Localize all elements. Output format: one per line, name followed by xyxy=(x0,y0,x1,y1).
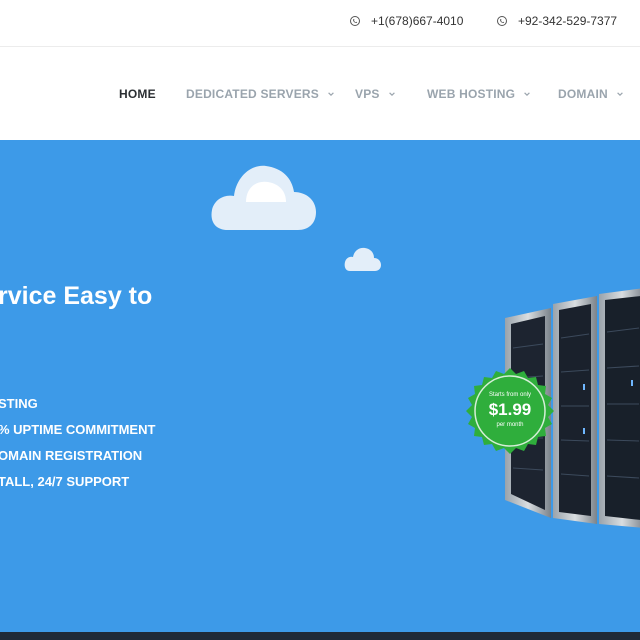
price-badge[interactable]: Starts from only $1.99 per month xyxy=(462,363,558,459)
feature-item: STING xyxy=(0,396,38,411)
hero-banner: rvice Easy to STING % UPTIME COMMITMENT … xyxy=(0,140,640,632)
chevron-down-icon xyxy=(388,92,395,97)
badge-caption: per month xyxy=(496,422,524,428)
phone-contact-1[interactable]: +1(678)667-4010 xyxy=(349,14,463,28)
cloud-icon xyxy=(344,247,381,271)
chevron-down-icon xyxy=(524,92,531,97)
nav-item-label: VPS xyxy=(355,87,380,101)
top-contact-bar: +1(678)667-4010 +92-342-529-7377 xyxy=(0,0,640,47)
feature-item: TALL, 24/7 SUPPORT xyxy=(0,474,130,489)
nav-item-dedicated-servers[interactable]: DEDICATED SERVERS xyxy=(186,87,335,101)
badge-price: $1.99 xyxy=(488,400,532,419)
chevron-down-icon xyxy=(328,92,334,97)
hero-headline: rvice Easy to xyxy=(0,282,153,310)
badge-caption: Starts from only xyxy=(488,392,531,398)
nav-item-web-hosting[interactable]: WEB HOSTING xyxy=(427,87,531,101)
nav-item-label: WEB HOSTING xyxy=(427,87,516,101)
nav-item-label: DEDICATED SERVERS xyxy=(186,87,319,101)
phone-number: +92-342-529-7377 xyxy=(518,14,618,28)
nav-item-domain[interactable]: DOMAIN xyxy=(558,87,624,101)
whatsapp-icon xyxy=(497,16,507,26)
cloud-icon xyxy=(211,165,316,230)
footer-strip xyxy=(0,632,640,640)
chevron-down-icon xyxy=(617,92,623,97)
whatsapp-icon xyxy=(350,16,360,26)
nav-item-label: DOMAIN xyxy=(558,87,608,101)
phone-number: +1(678)667-4010 xyxy=(371,14,464,28)
phone-contact-2[interactable]: +92-342-529-7377 xyxy=(496,14,617,28)
feature-item: OMAIN REGISTRATION xyxy=(0,448,143,463)
nav-item-label: HOME xyxy=(119,87,156,101)
feature-item: % UPTIME COMMITMENT xyxy=(0,422,156,437)
main-navigation: HOME DEDICATED SERVERS VPS WEB HOSTING D… xyxy=(0,47,640,140)
nav-item-vps[interactable]: VPS xyxy=(355,87,396,101)
nav-item-home[interactable]: HOME xyxy=(119,87,156,101)
